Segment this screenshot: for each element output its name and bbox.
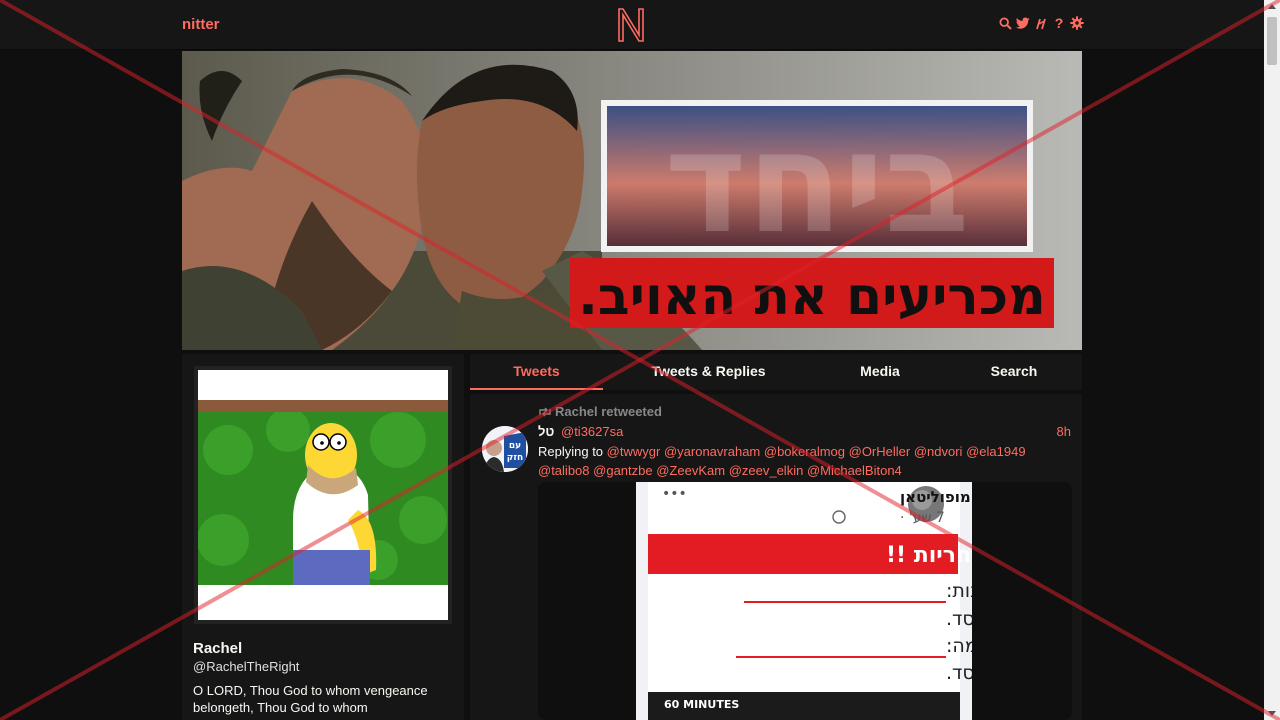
tab-tweets-replies[interactable]: Tweets & Replies: [630, 354, 787, 390]
rss-icon[interactable]: [1034, 15, 1048, 31]
profile-avatar-frame: [194, 366, 452, 624]
timeline-tabs: Tweets Tweets & Replies Media Search: [470, 354, 1082, 390]
banner-image: ביחד מכריעים את האויב.: [182, 51, 1082, 350]
tweet-username[interactable]: @ti3627sa: [561, 424, 623, 439]
mention-link[interactable]: @ela1949: [966, 444, 1025, 459]
attachment-image[interactable]: ערן קוסמופוליטאן 7 שע' · ••• לא תברחו מא…: [636, 482, 972, 720]
mention-link[interactable]: @talibo8: [538, 463, 590, 478]
attachment-time: 7 שע' ·: [900, 510, 945, 526]
search-icon[interactable]: [998, 15, 1012, 31]
svg-text:עם: עם: [509, 441, 521, 451]
banner-subheadline: מכריעים את האויב.: [578, 267, 1046, 327]
retweet-icon: [539, 407, 551, 416]
profile-card: Rachel @RachelTheRight O LORD, Thou God …: [182, 354, 464, 720]
attachment-banner: לא תברחו מאחריות !!: [886, 543, 972, 568]
mention-link[interactable]: @yaronavraham: [664, 444, 760, 459]
mention-link[interactable]: @OrHeller: [849, 444, 911, 459]
nitter-home-link[interactable]: nitter: [182, 16, 220, 33]
profile-bio: O LORD, Thou God to whom vengeance belon…: [193, 683, 428, 715]
help-icon[interactable]: ?: [1052, 15, 1066, 31]
retweet-header: Rachel retweeted: [538, 404, 662, 419]
mention-link[interactable]: @ndvori: [914, 444, 963, 459]
attachment-line: סייבר, 8200 , מודיעין, שב"כ, מוסד.: [946, 662, 972, 684]
page-scrollbar[interactable]: [1264, 0, 1280, 720]
mention-link[interactable]: @MichaelBiton4: [807, 463, 902, 478]
mention-link[interactable]: @gantzbe: [593, 463, 652, 478]
attachment-line: הגופים שנכשלו במלחמה:: [946, 635, 972, 657]
tweet-avatar[interactable]: עם חזק: [482, 426, 528, 472]
profile-name[interactable]: Rachel: [193, 640, 242, 657]
attachment-author: ערן קוסמופוליטאן: [900, 488, 972, 506]
tweet-attachment[interactable]: ערן קוסמופוליטאן 7 שע' · ••• לא תברחו מא…: [538, 482, 1072, 720]
replying-prefix: Replying to: [538, 444, 604, 459]
nav-icons: ?: [998, 15, 1084, 31]
tab-media[interactable]: Media: [830, 354, 930, 390]
profile-banner[interactable]: ביחד מכריעים את האויב.: [182, 51, 1082, 350]
profile-handle[interactable]: @RachelTheRight: [193, 659, 299, 674]
scroll-up-icon[interactable]: [1268, 4, 1276, 9]
scroll-thumb[interactable]: [1267, 17, 1277, 65]
mention-link[interactable]: @ZeevKam: [656, 463, 725, 478]
replying-to: Replying to @twwygr @yaronavraham @boker…: [538, 442, 1078, 480]
svg-text:חזק: חזק: [507, 453, 523, 463]
gear-icon[interactable]: [1070, 15, 1084, 31]
scroll-down-icon[interactable]: [1268, 711, 1276, 716]
tab-search[interactable]: Search: [964, 354, 1064, 390]
timeline: Rachel retweeted עם חזק טל @ti3627sa 8h …: [470, 394, 1082, 720]
banner-headline: ביחד: [664, 102, 969, 265]
timeline-item[interactable]: Rachel retweeted עם חזק טל @ti3627sa 8h …: [470, 394, 1082, 720]
attachment-line: סייבר, 8200 , מודיעין, שב"כ, מוסד.: [946, 608, 972, 630]
mention-link[interactable]: @twwygr: [607, 444, 661, 459]
tab-tweets[interactable]: Tweets: [470, 354, 603, 390]
nitter-logo-icon[interactable]: [616, 7, 646, 43]
retweet-label: Rachel retweeted: [555, 404, 662, 419]
attachment-footer-logo: 60 MINUTES: [664, 698, 739, 711]
tweet-date[interactable]: 8h: [1057, 424, 1071, 439]
mention-link[interactable]: @zeev_elkin: [729, 463, 804, 478]
twitter-bird-icon[interactable]: [1016, 15, 1030, 31]
profile-avatar[interactable]: [198, 370, 448, 620]
svg-text:•••: •••: [662, 486, 687, 502]
mention-link[interactable]: @bokeralmog: [764, 444, 845, 459]
navbar: nitter ?: [0, 0, 1264, 50]
tweet-fullname[interactable]: טל: [538, 424, 554, 439]
attachment-line: הגופים שאיימו בסרבנות:: [946, 580, 972, 602]
